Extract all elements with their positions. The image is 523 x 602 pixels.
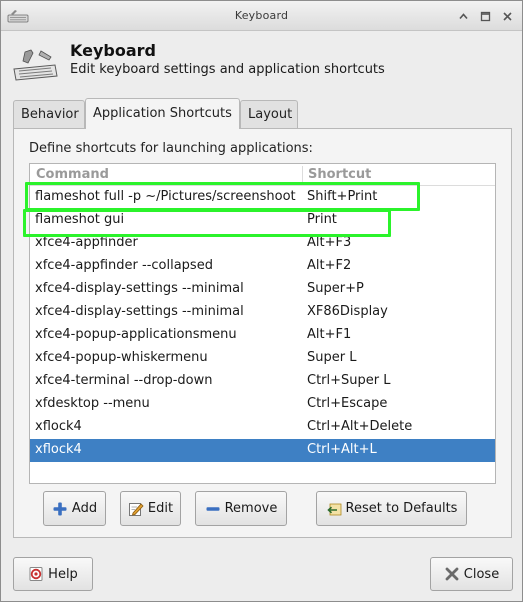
maximize-icon <box>480 11 490 21</box>
roll-up-button[interactable] <box>453 6 473 26</box>
table-row[interactable]: xfce4-popup-applicationsmenu Alt+F1 <box>30 324 495 347</box>
tab-layout[interactable]: Layout <box>240 100 298 128</box>
revert-icon <box>326 503 341 515</box>
window-title: Keyboard <box>234 9 289 22</box>
add-button[interactable]: Add <box>43 491 106 526</box>
command-cell: xflock4 <box>35 419 82 434</box>
keyboard-settings-window: Keyboard Keyboard Edit keyboard settings… <box>0 0 523 602</box>
column-header-shortcut[interactable]: Shortcut <box>308 167 371 182</box>
title-bar[interactable]: Keyboard <box>1 1 522 31</box>
shortcut-cell: Alt+F2 <box>307 258 352 273</box>
table-row[interactable]: xfce4-display-settings --minimal Super+P <box>30 278 495 301</box>
table-row[interactable]: xflock4 Ctrl+Alt+L <box>30 439 495 462</box>
command-cell: xfce4-display-settings --minimal <box>35 304 244 319</box>
remove-button[interactable]: Remove <box>195 491 287 526</box>
shortcut-cell: Ctrl+Super L <box>307 373 391 388</box>
shortcut-cell: Alt+F1 <box>307 327 352 342</box>
help-icon <box>29 567 43 581</box>
edit-label: Edit <box>147 501 174 516</box>
keyboard-icon <box>13 49 58 81</box>
command-cell: xfce4-appfinder <box>35 235 138 250</box>
shortcut-cell: Super L <box>307 350 357 365</box>
plus-icon <box>53 502 67 515</box>
shortcut-cell: Alt+F3 <box>307 235 352 250</box>
command-cell: xfce4-appfinder --collapsed <box>35 258 213 273</box>
add-label: Add <box>71 501 98 516</box>
edit-icon <box>128 502 144 516</box>
column-header-command[interactable]: Command <box>36 167 109 182</box>
shortcut-cell: Ctrl+Alt+Delete <box>307 419 413 434</box>
edit-button[interactable]: Edit <box>120 491 181 526</box>
reset-label: Reset to Defaults <box>345 501 458 516</box>
page-title: Keyboard <box>70 41 156 60</box>
shortcut-cell: Ctrl+Escape <box>307 396 388 411</box>
close-button[interactable]: Close <box>430 557 513 591</box>
shortcut-cell: XF86Display <box>307 304 388 319</box>
highlight-box <box>23 209 391 237</box>
reset-to-defaults-button[interactable]: Reset to Defaults <box>316 491 467 526</box>
command-cell: xfce4-popup-whiskermenu <box>35 350 208 365</box>
command-cell: xfce4-display-settings --minimal <box>35 281 244 296</box>
remove-label: Remove <box>224 501 278 516</box>
command-cell: xflock4 <box>35 442 82 457</box>
minus-icon <box>206 506 220 511</box>
command-cell: xfce4-popup-applicationsmenu <box>35 327 237 342</box>
close-icon <box>445 567 459 581</box>
page-subtitle: Edit keyboard settings and application s… <box>70 62 385 77</box>
shortcuts-intro-label: Define shortcuts for launching applicati… <box>29 141 313 156</box>
shortcut-cell: Super+P <box>307 281 364 296</box>
table-row[interactable]: xfdesktop --menu Ctrl+Escape <box>30 393 495 416</box>
command-cell: xfce4-terminal --drop-down <box>35 373 213 388</box>
table-row[interactable]: xfce4-display-settings --minimal XF86Disp… <box>30 301 495 324</box>
close-icon <box>502 11 512 21</box>
command-cell: xfdesktop --menu <box>35 396 150 411</box>
help-label: Help <box>48 566 78 582</box>
help-button[interactable]: Help <box>13 557 93 591</box>
close-window-button[interactable] <box>497 6 517 26</box>
maximize-button[interactable] <box>475 6 495 26</box>
table-row[interactable]: xfce4-terminal --drop-down Ctrl+Super L <box>30 370 495 393</box>
table-row[interactable]: xfce4-popup-whiskermenu Super L <box>30 347 495 370</box>
table-row[interactable]: xflock4 Ctrl+Alt+Delete <box>30 416 495 439</box>
close-label: Close <box>463 566 500 582</box>
shortcut-cell: Ctrl+Alt+L <box>307 442 377 457</box>
tab-behavior[interactable]: Behavior <box>13 100 85 128</box>
tab-application-shortcuts[interactable]: Application Shortcuts <box>85 98 240 129</box>
highlight-box <box>25 182 420 211</box>
chevron-up-icon <box>458 12 468 19</box>
table-row[interactable]: xfce4-appfinder --collapsed Alt+F2 <box>30 255 495 278</box>
